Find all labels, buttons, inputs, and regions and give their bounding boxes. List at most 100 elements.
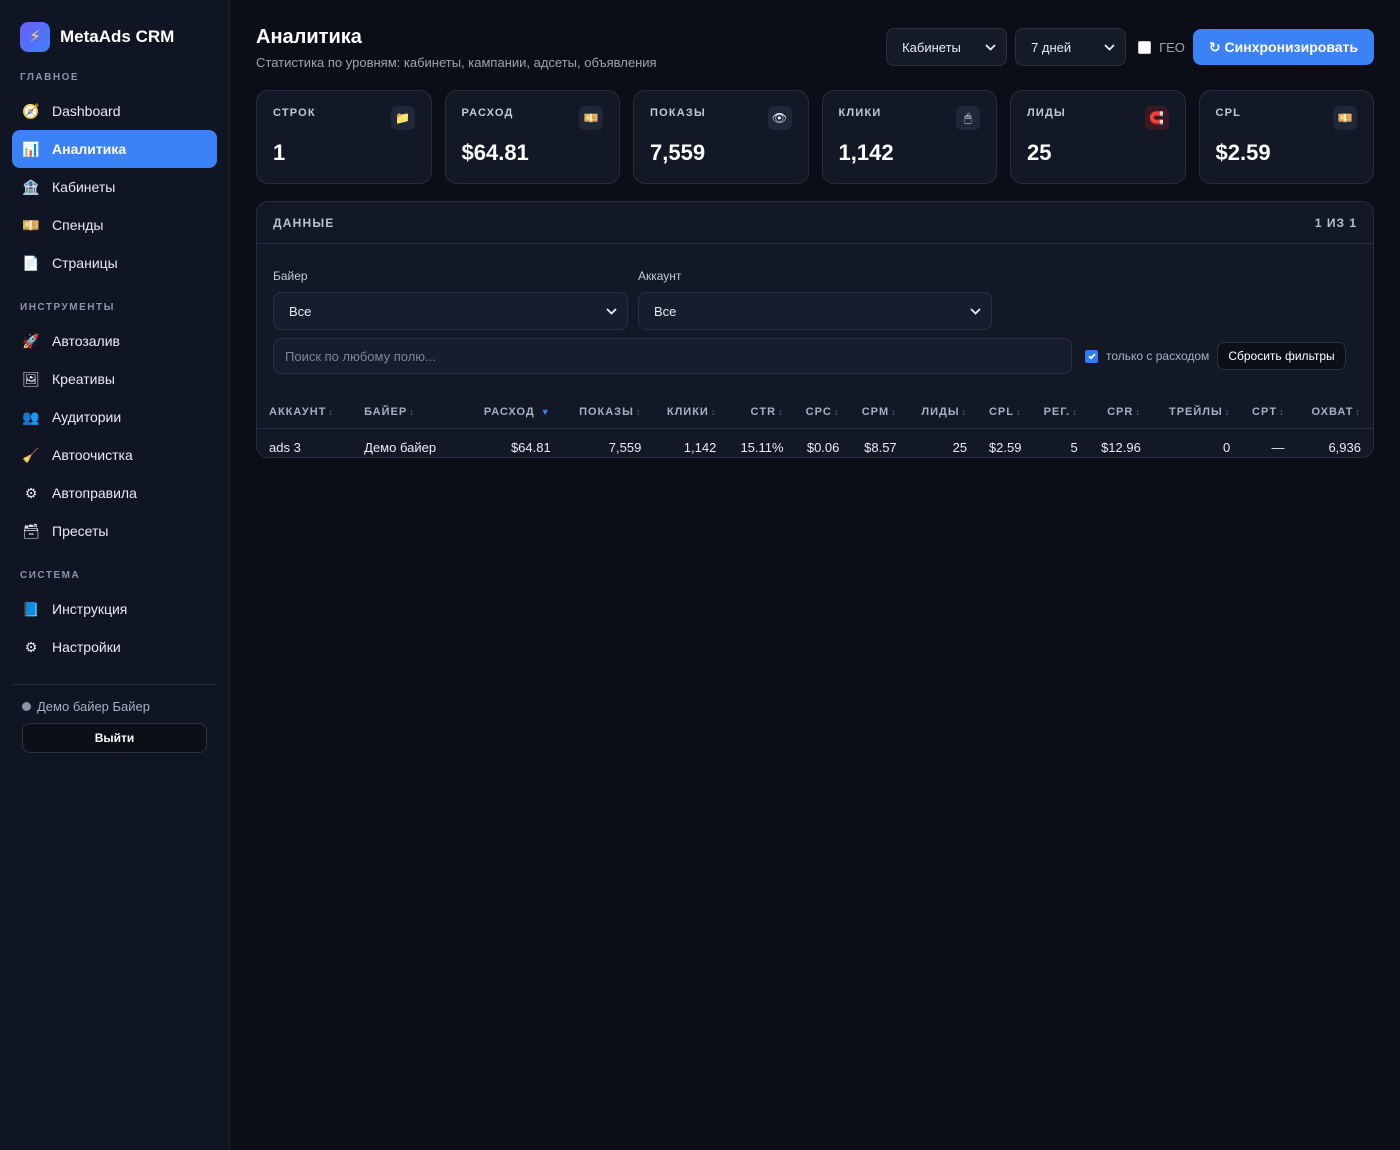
- buyer-filter-label: Байер: [273, 269, 308, 283]
- account-select-value: Все: [654, 303, 677, 319]
- sidebar-item-label: Спенды: [52, 217, 104, 233]
- sort-icon: ↕: [1355, 406, 1361, 417]
- sort-icon: ↕: [1072, 406, 1078, 417]
- col-header-reg[interactable]: РЕГ. ↕: [1027, 396, 1084, 429]
- sidebar-item-label: Инструкция: [52, 601, 128, 617]
- col-header-reach[interactable]: ОХВАТ ↕: [1290, 396, 1373, 429]
- lightning-icon: ⚡: [20, 22, 50, 52]
- level-select-value: Кабинеты: [902, 39, 961, 55]
- spend-only-toggle[interactable]: только с расходом: [1085, 349, 1209, 363]
- sidebar-item-autorules[interactable]: ⚙ Автоправила: [12, 474, 217, 512]
- book-icon: 📘: [22, 600, 40, 617]
- chart-icon: 📊: [22, 140, 40, 157]
- stat-value: 25: [1027, 140, 1052, 165]
- sidebar-item-autoupload[interactable]: 🚀 Автозалив: [12, 322, 217, 360]
- account-filter-label: Аккаунт: [638, 269, 682, 283]
- sidebar-item-pages[interactable]: 📄 Страницы: [12, 244, 217, 282]
- bank-icon: 🏦: [22, 178, 40, 195]
- spend-only-label: только с расходом: [1106, 349, 1210, 363]
- buyer-select[interactable]: Все: [273, 292, 628, 330]
- sidebar-item-settings[interactable]: ⚙ Настройки: [12, 628, 217, 666]
- sidebar-item-presets[interactable]: 🗃 Пресеты: [12, 512, 217, 550]
- geo-toggle[interactable]: ГЕО: [1138, 40, 1185, 55]
- col-header-account[interactable]: АККАУНТ ↕: [257, 396, 359, 429]
- col-header-cpm[interactable]: CPM ↕: [845, 396, 903, 429]
- filter-row: Байер Все Аккаунт Все: [273, 269, 1357, 330]
- stat-card-impressions: ПОКАЗЫ 👁 7,559: [633, 90, 809, 184]
- col-header-clicks[interactable]: КЛИКИ ↕: [647, 396, 723, 429]
- reset-filters-button[interactable]: Сбросить фильтры: [1217, 342, 1346, 370]
- box-icon: 🗃: [22, 522, 40, 539]
- sidebar-item-label: Креативы: [52, 371, 115, 387]
- search-input[interactable]: [273, 338, 1072, 374]
- geo-checkbox[interactable]: [1138, 40, 1152, 54]
- sync-button[interactable]: ↻ Синхронизировать: [1192, 29, 1374, 65]
- cell-cpl: $2.59: [988, 439, 1022, 455]
- sidebar: ⚡ MetaAds CRM ГЛАВНОЕ 🧭 Dashboard 📊 Анал…: [0, 0, 230, 1150]
- chevron-down-icon: [606, 307, 617, 315]
- rocket-icon: 🚀: [22, 332, 40, 349]
- stats-row: СТРОК 📁 1 РАСХОД 💴 $64.81 ПОКАЗЫ 👁 7,559…: [256, 90, 1374, 184]
- sort-icon: ↕: [1224, 406, 1231, 417]
- money-icon: 💴: [22, 216, 40, 233]
- nav-section-tools: ИНСТРУМЕНТЫ: [20, 302, 115, 313]
- sidebar-item-audiences[interactable]: 👥 Аудитории: [12, 398, 217, 436]
- sidebar-item-label: Аналитика: [52, 141, 127, 157]
- buyer-filter: Байер Все: [273, 269, 628, 330]
- brand[interactable]: ⚡ MetaAds CRM: [12, 20, 217, 54]
- main-content: Аналитика Статистика по уровням: кабинет…: [256, 0, 1374, 458]
- magnet-icon: 🧲: [1144, 106, 1169, 130]
- sidebar-item-guide[interactable]: 📘 Инструкция: [12, 590, 217, 628]
- period-select-value: 7 дней: [1031, 39, 1072, 55]
- cell-trials: 0: [1223, 439, 1231, 455]
- sidebar-item-label: Аудитории: [52, 409, 122, 425]
- col-header-spend[interactable]: РАСХОД ▼: [460, 396, 557, 429]
- sidebar-divider: [12, 684, 217, 685]
- sort-icon: ↕: [409, 406, 415, 417]
- filters: Байер Все Аккаунт Все Поиск по любому по…: [257, 269, 1373, 374]
- col-header-cpr[interactable]: CPR ↕: [1083, 396, 1147, 429]
- sort-icon: ↕: [1135, 406, 1141, 417]
- logout-button[interactable]: Выйти: [22, 723, 207, 753]
- cell-impressions: 7,559: [608, 439, 642, 455]
- panel-title: ДАННЫЕ: [273, 215, 335, 230]
- cell-clicks: 1,142: [683, 439, 717, 455]
- col-header-cpt[interactable]: CPT ↕: [1236, 396, 1291, 429]
- check-icon: [1087, 353, 1096, 360]
- sidebar-item-creatives[interactable]: 🖼 Креативы: [12, 360, 217, 398]
- sidebar-item-label: Настройки: [52, 639, 121, 655]
- col-header-buyer[interactable]: БАЙЕР ↕: [358, 396, 461, 429]
- page-subtitle: Статистика по уровням: кабинеты, кампани…: [256, 55, 657, 70]
- sidebar-item-dashboard[interactable]: 🧭 Dashboard: [12, 92, 217, 130]
- spend-only-checkbox[interactable]: [1085, 349, 1098, 363]
- stat-card-clicks: КЛИКИ 🖱 1,142: [821, 90, 997, 184]
- col-header-ctr[interactable]: CTR ↕: [722, 396, 790, 429]
- cell-spend: $64.81: [510, 439, 551, 455]
- col-header-cpc[interactable]: CPC ↕: [789, 396, 846, 429]
- sidebar-item-autoclean[interactable]: 🧹 Автоочистка: [12, 436, 217, 474]
- account-filter: Аккаунт Все: [638, 269, 992, 330]
- col-header-impressions[interactable]: ПОКАЗЫ ↕: [556, 396, 648, 429]
- broom-icon: 🧹: [22, 446, 40, 463]
- table-row[interactable]: ads 3 Демо байер $64.81 7,559 1,142 15.1…: [257, 428, 1373, 466]
- col-header-leads[interactable]: ЛИДЫ ↕: [902, 396, 974, 429]
- sidebar-item-accounts[interactable]: 🏦 Кабинеты: [12, 168, 217, 206]
- stat-card-cpl: CPL 💴 $2.59: [1198, 90, 1374, 184]
- chevron-down-icon: [1104, 43, 1115, 51]
- period-select[interactable]: 7 дней: [1015, 28, 1127, 66]
- picture-icon: 🖼: [22, 370, 40, 387]
- stat-value: $2.59: [1215, 140, 1271, 165]
- cell-buyer: Демо байер: [364, 439, 437, 455]
- sidebar-item-analytics[interactable]: 📊 Аналитика: [12, 130, 217, 168]
- level-select[interactable]: Кабинеты: [886, 28, 1008, 66]
- col-header-cpl[interactable]: CPL ↕: [973, 396, 1028, 429]
- cell-cpm: $8.57: [864, 439, 897, 455]
- sidebar-item-spends[interactable]: 💴 Спенды: [12, 206, 217, 244]
- stat-value: 7,559: [650, 140, 706, 165]
- search-row: только с расходом Сбросить фильтры: [273, 338, 1357, 374]
- stat-card-leads: ЛИДЫ 🧲 25: [1010, 90, 1186, 184]
- account-select[interactable]: Все: [638, 292, 992, 330]
- geo-label: ГЕО: [1159, 39, 1185, 55]
- col-header-trials[interactable]: ТРЕЙЛЫ ↕: [1146, 396, 1237, 429]
- sidebar-item-label: Страницы: [52, 255, 118, 271]
